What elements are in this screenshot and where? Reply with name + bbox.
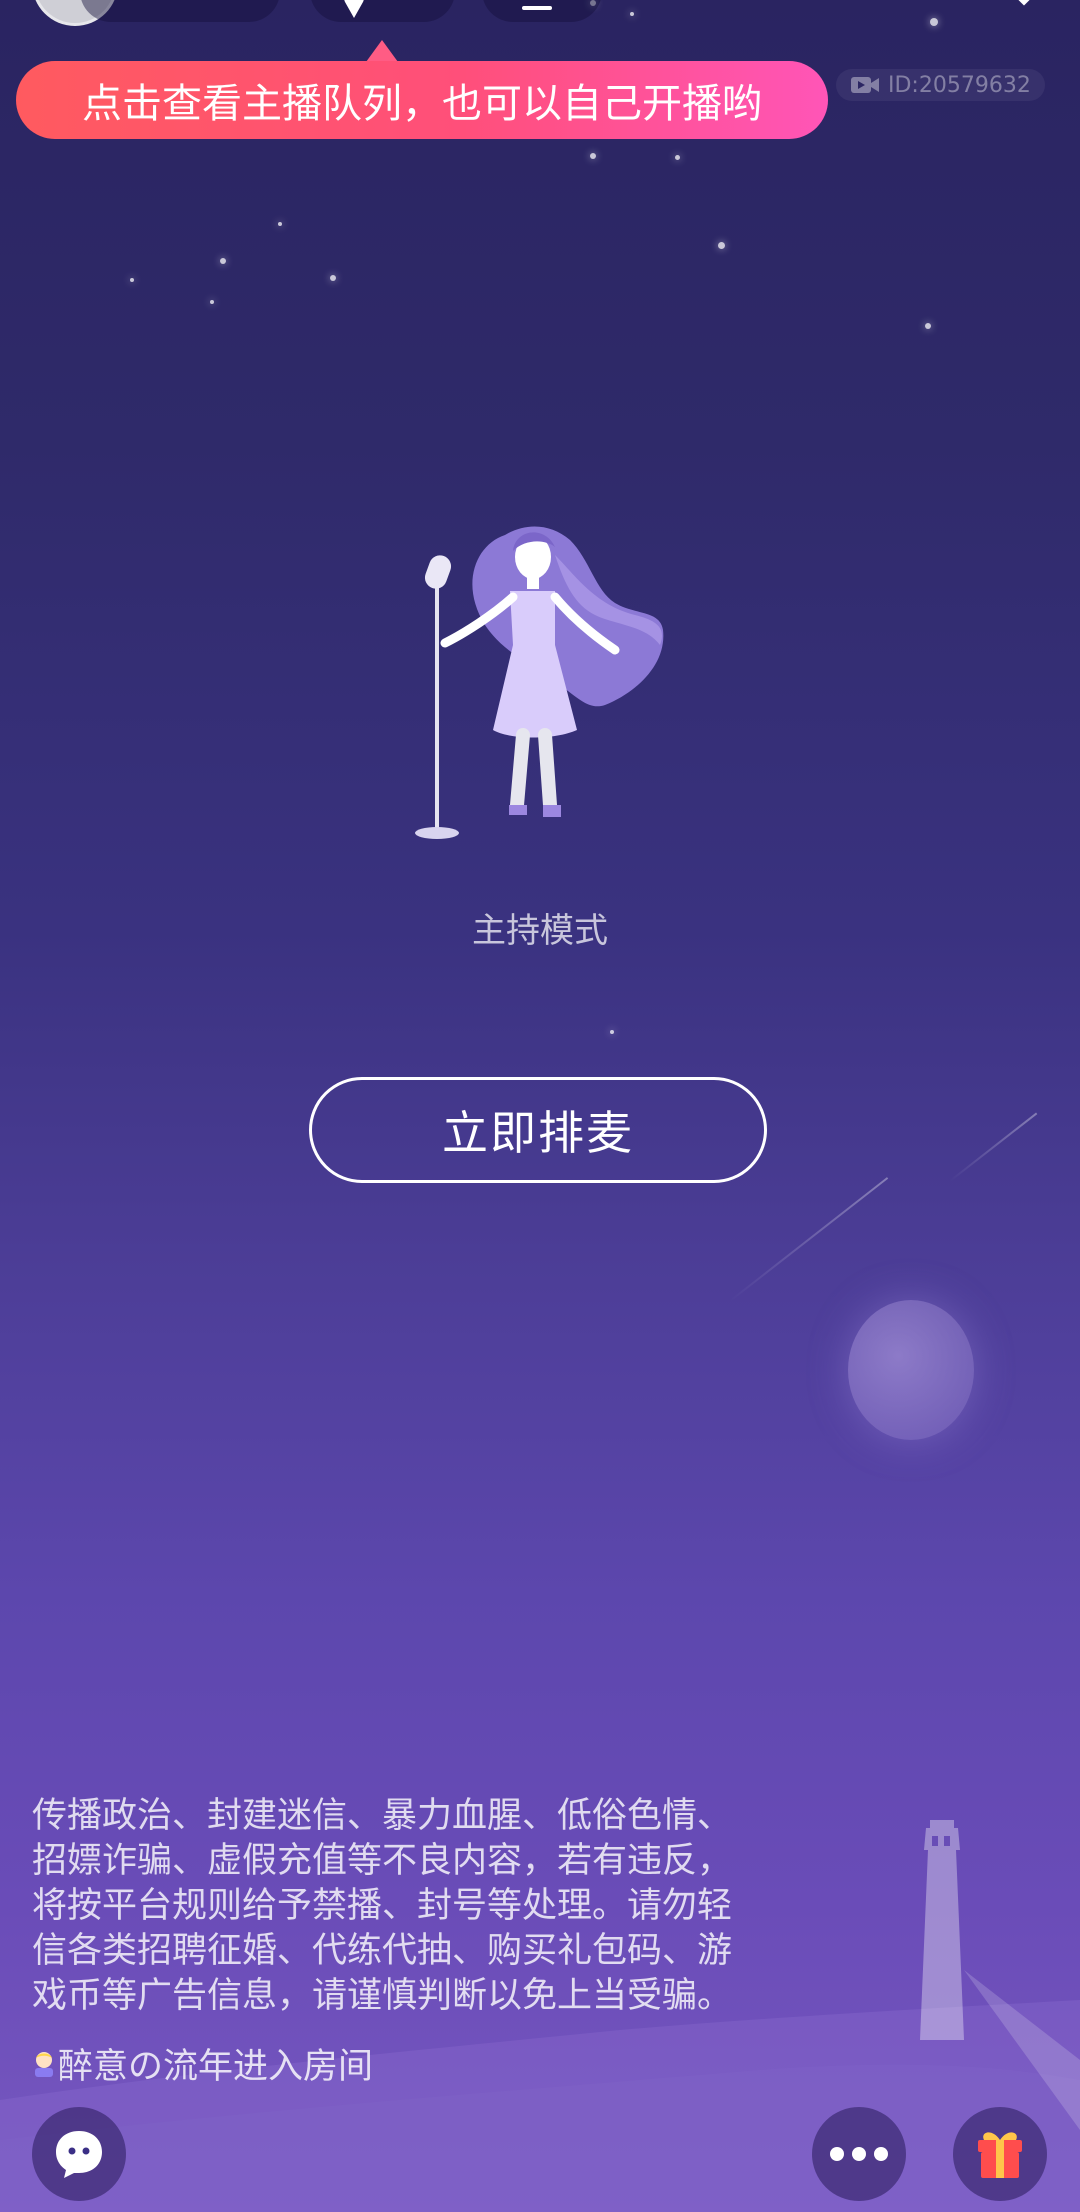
tooltip-arrow: [366, 40, 398, 62]
menu-pill[interactable]: [482, 0, 602, 22]
room-id-badge: ID:20579632: [836, 69, 1045, 101]
shooting-star: [949, 1112, 1038, 1182]
queue-tooltip[interactable]: 点击查看主播队列，也可以自己开播哟: [16, 61, 828, 139]
star: [925, 323, 931, 329]
star: [330, 275, 336, 281]
user-level-icon: [35, 2051, 53, 2077]
platform-notice: 传播政治、封建迷信、暴力血腥、低俗色情、 招嫖诈骗、虚假充值等不良内容，若有违反…: [32, 1794, 812, 2019]
live-room-screen: 点击查看主播队列，也可以自己开播哟 ID:20579632 主持模式 立即排麦 …: [0, 0, 1080, 2212]
chat-button[interactable]: [32, 2107, 126, 2201]
notice-line: 将按平台规则给予禁播、封号等处理。请勿轻: [32, 1886, 733, 1926]
more-button[interactable]: [812, 2107, 906, 2201]
star: [610, 1030, 614, 1034]
notice-line: 信各类招聘征婚、代练代抽、购买礼包码、游: [32, 1931, 733, 1971]
gift-icon: [978, 2132, 1022, 2178]
star: [590, 153, 596, 159]
gift-button[interactable]: [953, 2107, 1047, 2201]
notice-line: 传播政治、封建迷信、暴力血腥、低俗色情、: [32, 1796, 733, 1836]
more-dots-icon: [830, 2147, 888, 2161]
star: [220, 258, 226, 264]
list-icon: [522, 6, 552, 10]
entry-username[interactable]: 醉意の流年: [58, 2038, 233, 2089]
user-entry-message: 醉意の流年 进入房间: [32, 2038, 373, 2089]
star: [675, 155, 680, 160]
star: [210, 300, 214, 304]
chat-bubble-icon: [56, 2131, 102, 2178]
close-button[interactable]: [1002, 0, 1046, 14]
video-camera-icon: [851, 77, 879, 93]
notice-line: 招嫖诈骗、虚假充值等不良内容，若有违反，: [32, 1841, 733, 1881]
room-id-text: ID:20579632: [888, 72, 1031, 98]
close-icon: [1018, 0, 1030, 6]
join-queue-button[interactable]: 立即排麦: [309, 1077, 767, 1183]
singer-with-microphone-icon: [415, 526, 664, 839]
star: [278, 222, 282, 226]
star: [630, 12, 634, 16]
notice-line: 戏币等广告信息，请谨慎判断以免上当受骗。: [32, 1976, 733, 2016]
star: [130, 278, 134, 282]
tooltip-text: 点击查看主播队列，也可以自己开播哟: [82, 81, 762, 127]
moon: [848, 1300, 974, 1440]
singer-illustration: [405, 515, 675, 845]
host-mode-label: 主持模式: [472, 911, 608, 951]
location-icon: [344, 0, 364, 18]
shooting-star: [729, 1177, 889, 1302]
location-pill[interactable]: [310, 0, 455, 22]
host-info-pill[interactable]: [80, 0, 280, 22]
star: [718, 242, 725, 249]
entry-action: 进入房间: [233, 2047, 374, 2087]
star: [930, 18, 938, 26]
